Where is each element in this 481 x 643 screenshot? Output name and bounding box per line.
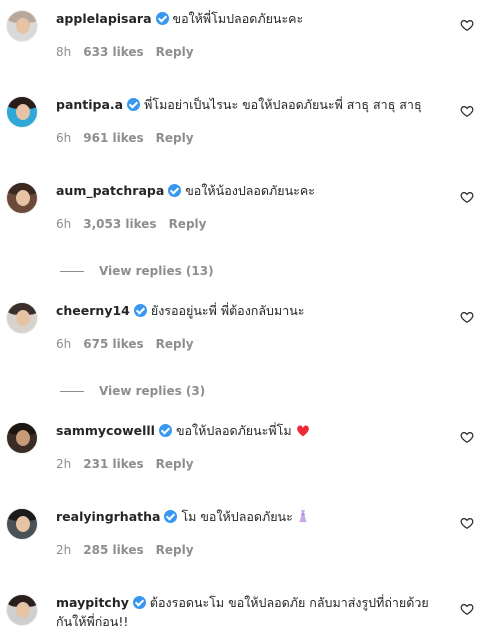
timestamp: 2h	[56, 457, 72, 471]
view-replies-label: View replies (3)	[99, 384, 206, 398]
timestamp: 8h	[56, 45, 72, 59]
heart-outline-icon[interactable]	[460, 190, 474, 204]
reply-button[interactable]: Reply	[156, 457, 194, 471]
heart-outline-icon[interactable]	[460, 104, 474, 118]
likes-count[interactable]: 231 likes	[83, 457, 143, 471]
username[interactable]: maypitchy	[56, 595, 129, 610]
comment-text: ยังรออยู่นะพี่ พี่ต้องกลับมานะ	[150, 303, 305, 318]
reply-button[interactable]: Reply	[169, 217, 207, 231]
username[interactable]: pantipa.a	[56, 97, 123, 112]
comment-text-continued: กันให้พี่ก่อน!!	[56, 614, 129, 629]
view-replies-button[interactable]: View replies (3)	[60, 383, 205, 399]
likes-count[interactable]: 3,053 likes	[83, 217, 156, 231]
heart-outline-icon[interactable]	[460, 18, 474, 32]
view-replies-button[interactable]: View replies (13)	[60, 263, 214, 279]
verified-badge-icon	[164, 510, 178, 523]
heart-outline-icon[interactable]	[460, 602, 474, 616]
view-replies-label: View replies (13)	[99, 264, 214, 278]
comment-body: sammycowelll ขอให้ปลอดภัยนะพี่โม	[56, 421, 429, 440]
likes-count[interactable]: 285 likes	[83, 543, 143, 557]
comment-meta: 6h 961 likes Reply	[56, 130, 206, 146]
avatar[interactable]	[6, 594, 38, 626]
avatar[interactable]	[6, 10, 38, 42]
heart-outline-icon[interactable]	[460, 430, 474, 444]
avatar[interactable]	[6, 422, 38, 454]
comment-body: pantipa.a พี่โมอย่าเป็นไรนะ ขอให้ปลอดภัยน…	[56, 95, 429, 114]
divider-line	[60, 391, 84, 392]
comment-body: realyingrhatha โม ขอให้ปลอดภัยนะ	[56, 507, 429, 526]
likes-count[interactable]: 675 likes	[83, 337, 143, 351]
likes-count[interactable]: 633 likes	[83, 45, 143, 59]
username[interactable]: applelapisara	[56, 11, 152, 26]
comment-body: cheerny14 ยังรออยู่นะพี่ พี่ต้องกลับมานะ	[56, 301, 429, 320]
comment-text: ขอให้น้องปลอดภัยนะคะ	[185, 183, 315, 198]
avatar[interactable]	[6, 96, 38, 128]
username[interactable]: sammycowelll	[56, 423, 155, 438]
comment-body: applelapisara ขอให้พี่โมปลอดภัยนะคะ	[56, 9, 429, 28]
username[interactable]: aum_patchrapa	[56, 183, 164, 198]
avatar[interactable]	[6, 508, 38, 540]
verified-badge-icon	[168, 184, 182, 197]
avatar[interactable]	[6, 182, 38, 214]
dress-emoji-icon	[299, 510, 307, 523]
comment-text: พี่โมอย่าเป็นไรนะ ขอให้ปลอดภัยนะพี่ สาธุ…	[144, 97, 422, 112]
username[interactable]: realyingrhatha	[56, 509, 160, 524]
username[interactable]: cheerny14	[56, 303, 130, 318]
verified-badge-icon	[158, 424, 172, 437]
heart-outline-icon[interactable]	[460, 310, 474, 324]
comment-body: maypitchy ต้องรอดนะโม ขอให้ปลอดภัย กลับมา…	[56, 593, 429, 631]
timestamp: 6h	[56, 337, 72, 351]
reply-button[interactable]: Reply	[156, 45, 194, 59]
verified-badge-icon	[133, 304, 147, 317]
comment-meta: 6h 675 likes Reply	[56, 336, 206, 352]
verified-badge-icon	[155, 12, 169, 25]
verified-badge-icon	[127, 98, 141, 111]
reply-button[interactable]: Reply	[156, 543, 194, 557]
timestamp: 2h	[56, 543, 72, 557]
verified-badge-icon	[132, 596, 146, 609]
comment-body: aum_patchrapa ขอให้น้องปลอดภัยนะคะ	[56, 181, 429, 200]
avatar[interactable]	[6, 302, 38, 334]
comment-text: ขอให้ปลอดภัยนะพี่โม	[175, 423, 292, 438]
timestamp: 6h	[56, 131, 72, 145]
comment-meta: 6h 3,053 likes Reply	[56, 216, 218, 232]
likes-count[interactable]: 961 likes	[83, 131, 143, 145]
comment-meta: 8h 633 likes Reply	[56, 44, 206, 60]
comment-text: ต้องรอดนะโม ขอให้ปลอดภัย กลับมาส่งรูปที่…	[149, 595, 429, 610]
heart-outline-icon[interactable]	[460, 516, 474, 530]
comment-meta: 2h 285 likes Reply	[56, 542, 206, 558]
red-heart-emoji-icon	[296, 425, 309, 437]
comment-text: โม ขอให้ปลอดภัยนะ	[181, 509, 293, 524]
reply-button[interactable]: Reply	[156, 337, 194, 351]
divider-line	[60, 271, 84, 272]
timestamp: 6h	[56, 217, 72, 231]
comment-text: ขอให้พี่โมปลอดภัยนะคะ	[172, 11, 304, 26]
reply-button[interactable]: Reply	[156, 131, 194, 145]
comment-meta: 2h 231 likes Reply	[56, 456, 206, 472]
